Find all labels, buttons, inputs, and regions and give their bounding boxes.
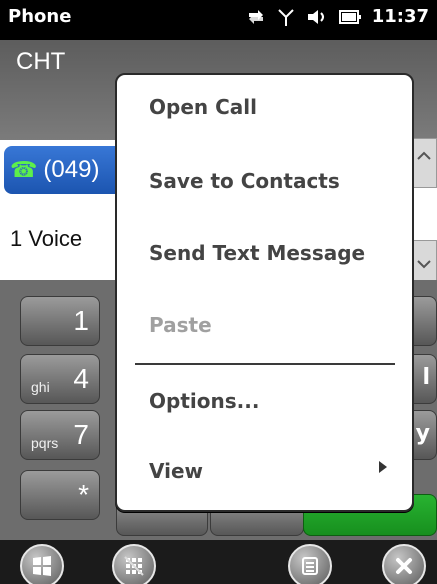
data-transfer-icon [248,9,263,24]
speaker-icon [307,9,324,24]
status-bar: Phone 11:37 [0,0,437,40]
call-number-pill[interactable]: ☎ (049) [4,146,124,194]
key-letters: ghi [31,379,50,395]
menu-item-label: Paste [149,313,212,337]
menu-item-options[interactable]: Options... [149,381,399,421]
signal-icon [277,8,294,26]
phone-icon: ☎ [10,157,38,182]
key-digit: 4 [73,363,89,394]
chevron-up-icon [417,151,431,160]
submenu-arrow-icon [379,461,387,473]
menu-button[interactable] [288,544,332,584]
battery-icon [338,9,361,24]
context-menu: Open Call Save to Contacts Send Text Mes… [115,73,414,512]
menu-separator [135,363,395,365]
clock-time: 11:37 [371,6,429,27]
key-digit: * [78,479,89,510]
key-7[interactable]: pqrs 7 [20,410,100,460]
windows-logo-icon [33,556,51,576]
menu-list-icon [302,557,318,575]
softkey-bar [0,540,437,584]
key-letters: y [415,421,430,446]
app-title: Phone [8,6,72,27]
menu-item-open-call[interactable]: Open Call [149,87,399,127]
start-button[interactable] [20,544,64,584]
keypad-toggle-button[interactable] [112,544,156,584]
keypad-icon [124,556,144,576]
key-4[interactable]: ghi 4 [20,354,100,404]
key-1[interactable]: 1 [20,296,100,346]
scroll-up-arrow[interactable] [411,138,437,188]
key-star[interactable]: * [20,470,100,520]
menu-item-label: Save to Contacts [149,169,340,193]
close-icon [396,558,412,574]
key-letters: l [422,365,430,390]
menu-item-label: Open Call [149,95,257,119]
menu-item-paste: Paste [149,305,399,345]
menu-item-send-text-message[interactable]: Send Text Message [149,233,399,273]
menu-item-label: Send Text Message [149,241,366,265]
voicemail-label: 1 Voice [10,226,83,251]
menu-item-view[interactable]: View [149,451,399,491]
key-letters: pqrs [31,435,59,451]
menu-item-label: View [149,459,204,483]
phone-screen: Phone 11:37 CHT ☎ (049) 1 Voice 1 ghi 4 … [0,0,437,584]
key-digit: 1 [73,305,89,336]
menu-item-save-to-contacts[interactable]: Save to Contacts [149,161,399,201]
call-number: (049) [43,156,100,183]
menu-item-label: Options... [149,389,260,413]
key-digit: 7 [73,419,89,450]
carrier-name: CHT [16,48,66,75]
status-icons: 11:37 [246,6,429,27]
close-button[interactable] [382,544,426,584]
